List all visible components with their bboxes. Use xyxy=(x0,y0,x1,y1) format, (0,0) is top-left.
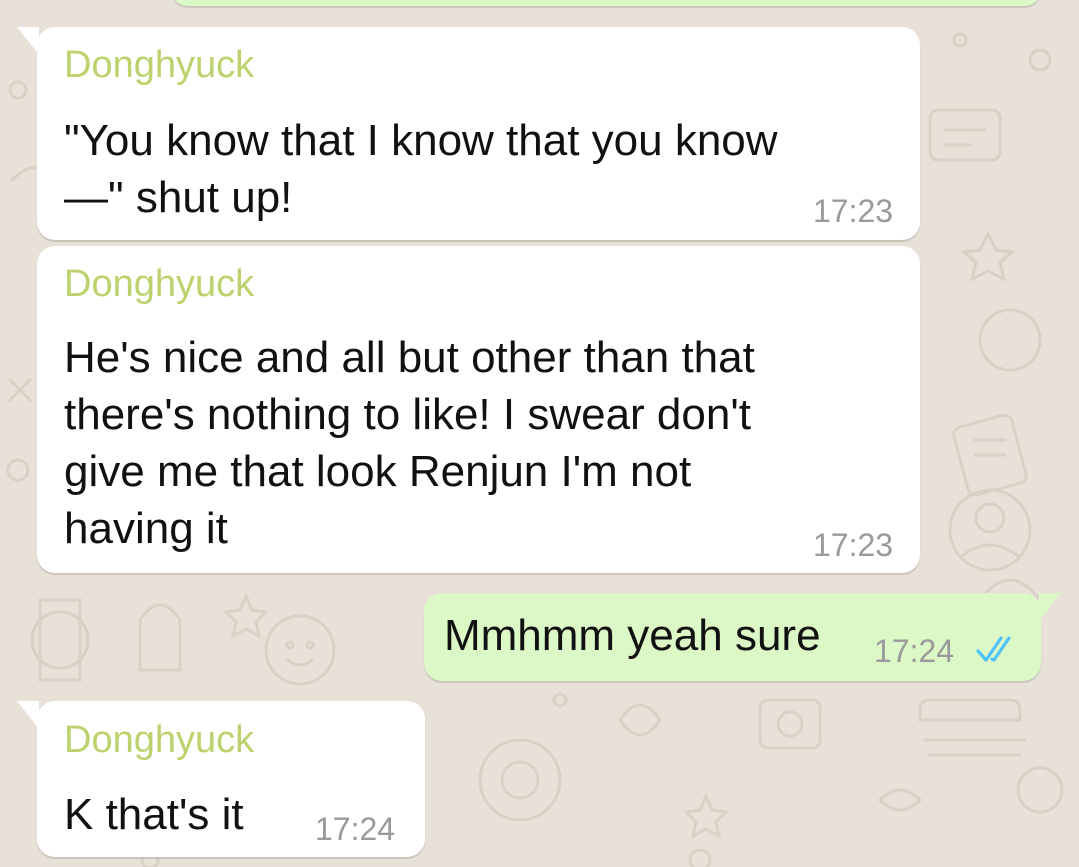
bubble-tail xyxy=(17,701,39,729)
message-text: Mmhmm yeah sure xyxy=(444,611,821,660)
bubble-tail xyxy=(1039,593,1061,621)
message-text: "You know that I know that you know —" s… xyxy=(64,116,778,222)
sender-name: Donghyuck xyxy=(64,719,255,761)
message-text: He's nice and all but other than that th… xyxy=(64,333,755,553)
incoming-message-bubble[interactable]: Donghyuck "You know that I know that you… xyxy=(17,27,920,240)
outgoing-message-bubble[interactable]: Mmhmm yeah sure 17:24 xyxy=(424,593,1061,681)
message-time: 17:23 xyxy=(813,193,894,229)
sender-name: Donghyuck xyxy=(64,44,255,86)
incoming-message-bubble[interactable]: Donghyuck K that's it 17:24 xyxy=(17,701,425,857)
message-time: 17:23 xyxy=(813,527,894,563)
double-check-icon xyxy=(976,636,1011,662)
message-time: 17:24 xyxy=(874,633,955,669)
message-text: K that's it xyxy=(64,790,244,839)
sender-name: Donghyuck xyxy=(64,263,255,305)
previous-outgoing-bubble xyxy=(170,0,1042,6)
message-time: 17:24 xyxy=(315,811,396,847)
bubble-tail xyxy=(17,27,39,55)
incoming-message-bubble[interactable]: Donghyuck He's nice and all but other th… xyxy=(37,246,920,573)
